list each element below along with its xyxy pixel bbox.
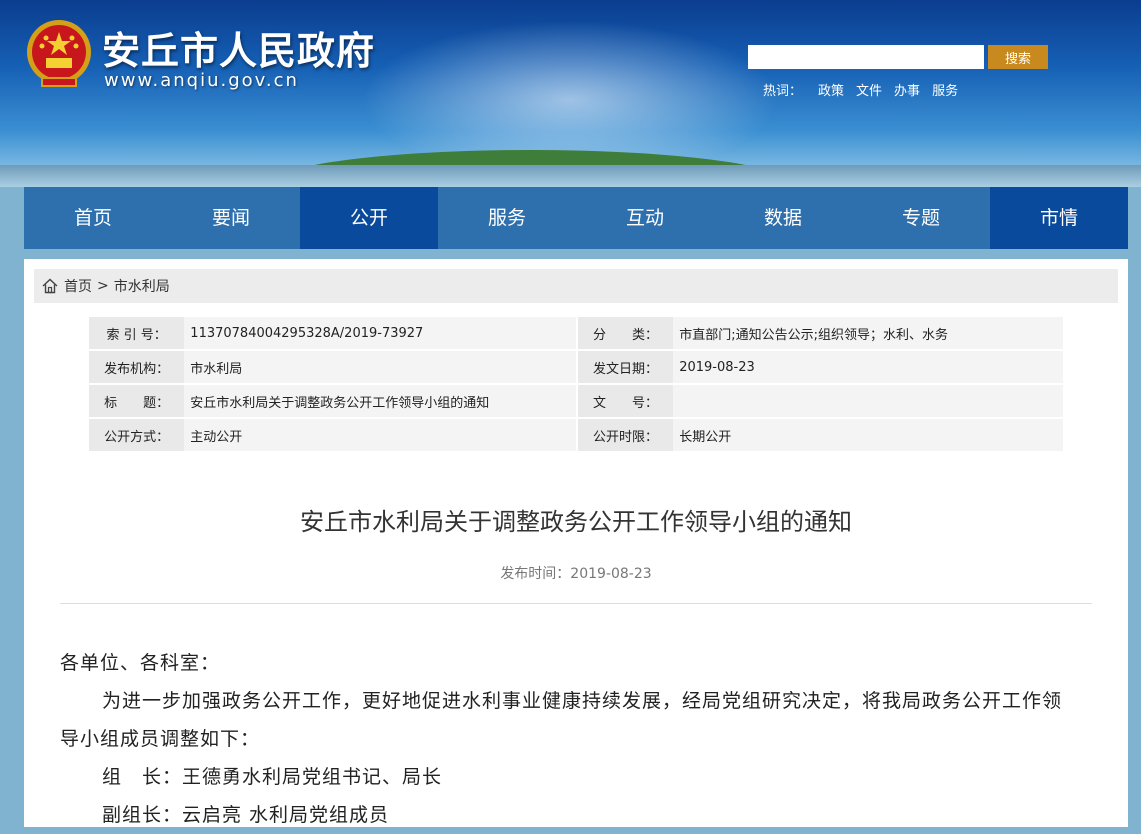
meta-date-label: 发文日期： <box>577 351 674 383</box>
article-title: 安丘市水利局关于调整政务公开工作领导小组的通知 <box>300 508 852 536</box>
home-icon <box>42 278 58 294</box>
hotword-services-affairs[interactable]: 办事 <box>894 80 920 99</box>
nav-home[interactable]: 首页 <box>24 187 162 249</box>
main-content: 首页 > 市水利局 索 引 号： 11370784004295328A/2019… <box>24 259 1128 827</box>
article-paragraph: 为进一步加强政务公开工作，更好地促进水利事业健康持续发展，经局党组研究决定，将我… <box>60 690 1063 750</box>
main-nav: 首页 要闻 公开 服务 互动 数据 专题 市情 <box>24 187 1128 249</box>
meta-row: 索 引 号： 11370784004295328A/2019-73927 分 类… <box>89 317 1063 349</box>
meta-docno-label: 文 号： <box>577 385 674 417</box>
document-meta-table: 索 引 号： 11370784004295328A/2019-73927 分 类… <box>89 315 1063 453</box>
nav-interaction[interactable]: 互动 <box>576 187 714 249</box>
meta-docno-value <box>673 385 1063 417</box>
search-input[interactable] <box>748 45 984 69</box>
breadcrumb: 首页 > 市水利局 <box>34 269 1118 303</box>
breadcrumb-current[interactable]: 市水利局 <box>114 276 170 296</box>
hotword-policy[interactable]: 政策 <box>818 80 844 99</box>
nav-news[interactable]: 要闻 <box>162 187 300 249</box>
nav-disclosure[interactable]: 公开 <box>300 187 438 249</box>
meta-index-label: 索 引 号： <box>89 317 185 349</box>
nav-city-info[interactable]: 市情 <box>990 187 1128 249</box>
nav-topics[interactable]: 专题 <box>852 187 990 249</box>
article-body: 各单位、各科室： 为进一步加强政务公开工作，更好地促进水利事业健康持续发展，经局… <box>60 644 1080 834</box>
hotwords-bar: 热词： 政策 文件 办事 服务 <box>763 80 970 99</box>
meta-index-value: 11370784004295328A/2019-73927 <box>184 317 576 349</box>
meta-row: 发布机构： 市水利局 发文日期： 2019-08-23 <box>89 351 1063 383</box>
meta-category-value: 市直部门;通知公告公示;组织领导；水利、水务 <box>673 317 1063 349</box>
site-domain: www.anqiu.gov.cn <box>104 70 299 91</box>
national-emblem-icon <box>27 20 91 87</box>
meta-date-value: 2019-08-23 <box>673 351 1063 383</box>
meta-method-value: 主动公开 <box>184 419 576 451</box>
article-salutation: 各单位、各科室： <box>60 652 221 674</box>
site-title[interactable]: 安丘市人民政府 <box>102 20 375 75</box>
nav-data[interactable]: 数据 <box>714 187 852 249</box>
article-deputy-line: 副组长：云启亮 水利局党组成员 <box>102 804 390 826</box>
article-leader-line: 组 长：王德勇水利局党组书记、局长 <box>102 766 443 788</box>
divider <box>60 603 1092 604</box>
nav-services[interactable]: 服务 <box>438 187 576 249</box>
hotword-service[interactable]: 服务 <box>932 80 958 99</box>
meta-title-value: 安丘市水利局关于调整政务公开工作领导小组的通知 <box>184 385 576 417</box>
breadcrumb-home[interactable]: 首页 <box>64 276 92 296</box>
publish-time: 发布时间：2019-08-23 <box>500 566 652 582</box>
search-button[interactable]: 搜索 <box>988 45 1048 69</box>
hotwords-label: 热词： <box>763 84 803 99</box>
header-shore <box>0 165 1141 187</box>
meta-title-label: 标 题： <box>89 385 185 417</box>
meta-publisher-label: 发布机构： <box>89 351 185 383</box>
meta-row: 公开方式： 主动公开 公开时限： 长期公开 <box>89 419 1063 451</box>
hotword-documents[interactable]: 文件 <box>856 80 882 99</box>
meta-publisher-value: 市水利局 <box>184 351 576 383</box>
breadcrumb-separator: > <box>97 278 109 294</box>
meta-period-value: 长期公开 <box>673 419 1063 451</box>
meta-category-label: 分 类： <box>577 317 674 349</box>
meta-row: 标 题： 安丘市水利局关于调整政务公开工作领导小组的通知 文 号： <box>89 385 1063 417</box>
site-header: 安丘市人民政府 www.anqiu.gov.cn 搜索 热词： 政策 文件 办事… <box>0 0 1141 187</box>
meta-method-label: 公开方式： <box>89 419 185 451</box>
meta-period-label: 公开时限： <box>577 419 674 451</box>
